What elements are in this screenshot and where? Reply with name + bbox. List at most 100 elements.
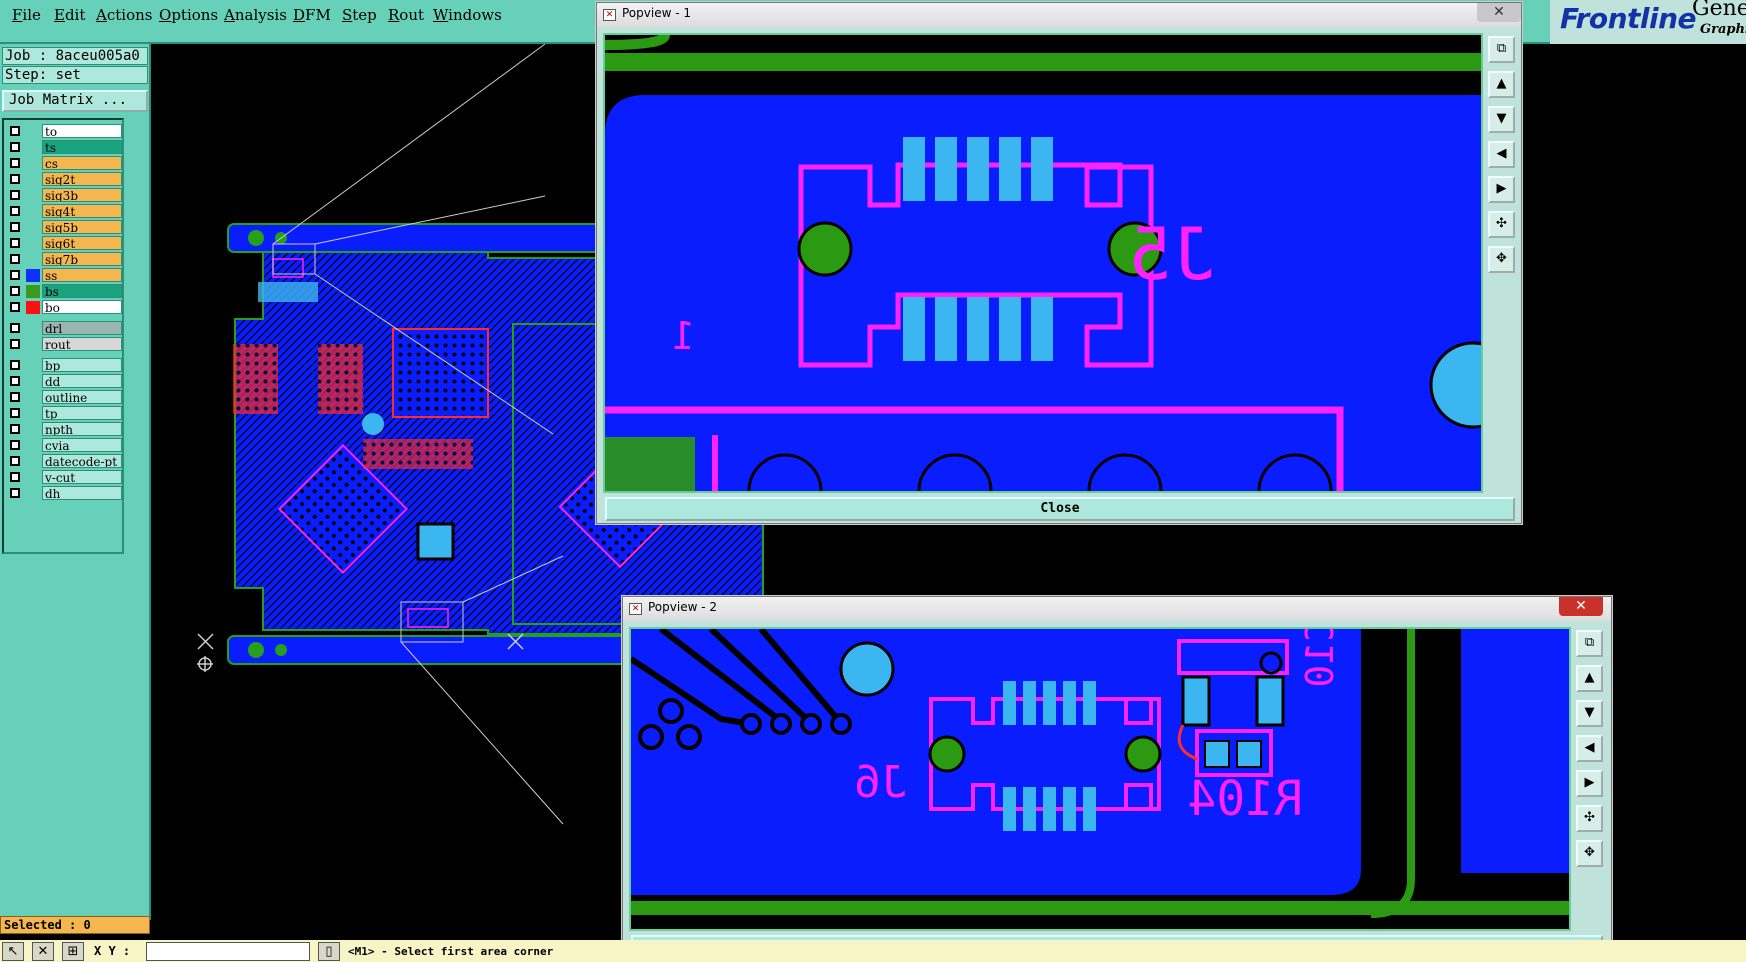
cross-cursor-icon[interactable]: ✕ [32,942,54,961]
layer-checkbox[interactable] [10,222,20,232]
layer-name-label[interactable]: to [42,124,122,138]
close-icon[interactable]: ✕ [1477,3,1521,22]
layer-row-bs[interactable]: bs [6,284,122,299]
layer-checkbox[interactable] [10,440,20,450]
select-arrow-icon[interactable]: ↖ [2,942,24,961]
layer-checkbox[interactable] [10,142,20,152]
layer-name-label[interactable]: sig5b [42,220,122,234]
layer-name-label[interactable]: bo [42,300,122,314]
zoom-window-icon[interactable]: ⧉ [1488,36,1515,63]
layer-row-sig6t[interactable]: sig6t [6,236,122,251]
menu-options[interactable]: Options [159,6,218,24]
menu-file[interactable]: File [12,6,41,24]
pan-up-icon[interactable]: ▲ [1488,71,1515,98]
zoom-out-icon[interactable]: ✣ [1488,211,1515,238]
layer-row-ss[interactable]: ss [6,268,122,283]
layer-name-label[interactable]: sig6t [42,236,122,250]
layer-row-sig7b[interactable]: sig7b [6,252,122,267]
layer-row-bo[interactable]: bo [6,300,122,315]
layer-row-ts[interactable]: ts [6,140,122,155]
layer-checkbox[interactable] [10,339,20,349]
menu-windows[interactable]: Windows [433,6,502,24]
layer-checkbox[interactable] [10,158,20,168]
layer-name-label[interactable]: ss [42,268,122,282]
layer-checkbox[interactable] [10,302,20,312]
layer-name-label[interactable]: sig3b [42,188,122,202]
layer-name-label[interactable]: bs [42,284,122,298]
layer-row-sig4t[interactable]: sig4t [6,204,122,219]
layer-row-sig2t[interactable]: sig2t [6,172,122,187]
popview-1-titlebar[interactable]: ✕ Popview - 1 ✕ [597,3,1521,27]
layer-checkbox[interactable] [10,323,20,333]
popview-1-canvas[interactable]: J5 1 [603,33,1483,493]
layer-name-label[interactable]: drl [42,321,122,335]
xy-coordinate-field[interactable] [146,942,310,961]
layer-checkbox[interactable] [10,376,20,386]
pan-down-icon[interactable]: ▼ [1488,106,1515,133]
zoom-window-icon[interactable]: ⧉ [1576,630,1603,657]
layer-row-datecode-pt[interactable]: datecode-pt [6,454,122,469]
layer-checkbox[interactable] [10,424,20,434]
layer-name-label[interactable]: tp [42,406,122,420]
layer-checkbox[interactable] [10,174,20,184]
grid-icon[interactable]: ⊞ [62,942,84,961]
popview-2-titlebar[interactable]: ✕ Popview - 2 ✕ [623,597,1611,621]
pan-left-icon[interactable]: ◀ [1576,735,1603,762]
menu-actions[interactable]: Actions [96,6,152,24]
layer-checkbox[interactable] [10,126,20,136]
layer-checkbox[interactable] [10,238,20,248]
layer-row-dh[interactable]: dh [6,486,122,501]
input-toggle-icon[interactable]: ▯ [318,942,340,961]
layer-name-label[interactable]: cs [42,156,122,170]
layer-checkbox[interactable] [10,392,20,402]
layer-name-label[interactable]: cvia [42,438,122,452]
popview-1-close-button[interactable]: Close [605,497,1515,521]
pan-right-icon[interactable]: ▶ [1576,770,1603,797]
layer-row-cvia[interactable]: cvia [6,438,122,453]
layer-checkbox[interactable] [10,206,20,216]
layer-name-label[interactable]: dh [42,486,122,500]
layer-name-label[interactable]: npth [42,422,122,436]
layer-row-dd[interactable]: dd [6,374,122,389]
pan-right-icon[interactable]: ▶ [1488,176,1515,203]
job-matrix-button[interactable]: Job Matrix ... [2,90,148,112]
layer-row-cs[interactable]: cs [6,156,122,171]
layer-row-bp[interactable]: bp [6,358,122,373]
layer-row-sig5b[interactable]: sig5b [6,220,122,235]
layer-row-drl[interactable]: drl [6,321,122,336]
menu-dfm[interactable]: DFM [293,6,331,24]
layer-row-to[interactable]: to [6,124,122,139]
layer-row-tp[interactable]: tp [6,406,122,421]
layer-name-label[interactable]: dd [42,374,122,388]
popview-2-canvas[interactable]: J6 R104 C10 [629,627,1571,931]
layer-row-npth[interactable]: npth [6,422,122,437]
zoom-in-icon[interactable]: ✥ [1576,840,1603,867]
layer-row-rout[interactable]: rout [6,337,122,352]
layer-checkbox[interactable] [10,254,20,264]
layer-checkbox[interactable] [10,360,20,370]
layer-checkbox[interactable] [10,456,20,466]
layer-checkbox[interactable] [10,270,20,280]
layer-checkbox[interactable] [10,286,20,296]
layer-name-label[interactable]: sig4t [42,204,122,218]
layer-name-label[interactable]: bp [42,358,122,372]
menu-edit[interactable]: Edit [54,6,85,24]
layer-name-label[interactable]: sig7b [42,252,122,266]
menu-rout[interactable]: Rout [388,6,424,24]
layer-checkbox[interactable] [10,472,20,482]
zoom-out-icon[interactable]: ✣ [1576,805,1603,832]
layer-name-label[interactable]: v-cut [42,470,122,484]
layer-name-label[interactable]: outline [42,390,122,404]
layer-name-label[interactable]: datecode-pt [42,454,122,468]
menu-analysis[interactable]: Analysis [224,6,287,24]
pan-left-icon[interactable]: ◀ [1488,141,1515,168]
layer-name-label[interactable]: sig2t [42,172,122,186]
pan-up-icon[interactable]: ▲ [1576,665,1603,692]
layer-checkbox[interactable] [10,408,20,418]
layer-name-label[interactable]: rout [42,337,122,351]
layer-checkbox[interactable] [10,488,20,498]
close-icon[interactable]: ✕ [1559,597,1603,616]
layer-row-v-cut[interactable]: v-cut [6,470,122,485]
menu-step[interactable]: Step [342,6,377,24]
layer-name-label[interactable]: ts [42,140,122,154]
